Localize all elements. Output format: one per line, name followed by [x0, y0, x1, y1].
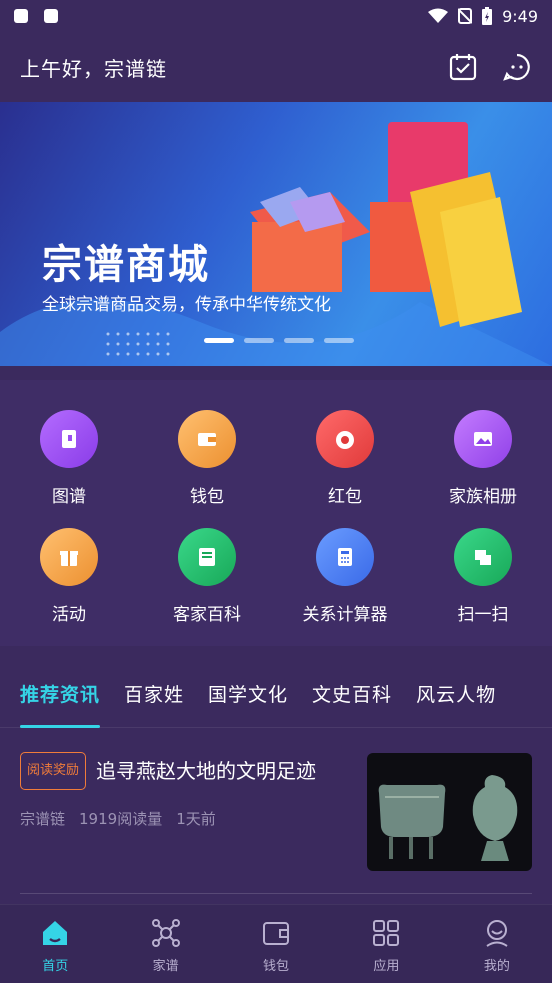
no-sim-icon	[458, 8, 473, 24]
header: 上午好，宗谱链	[0, 32, 552, 102]
photo-album-icon	[454, 410, 512, 468]
action-events[interactable]: 活动	[0, 528, 138, 646]
red-envelope-icon	[316, 410, 374, 468]
carousel-dot[interactable]	[284, 338, 314, 343]
carousel-dot[interactable]	[204, 338, 234, 343]
action-scan[interactable]: 扫一扫	[414, 528, 552, 646]
tab-sinology[interactable]: 国学文化	[208, 680, 288, 728]
gift-icon	[40, 528, 98, 586]
action-label: 家族相册	[449, 487, 517, 507]
nav-apps[interactable]: 应用	[331, 905, 441, 983]
greeting-text: 上午好，宗谱链	[20, 56, 167, 81]
action-label: 客家百科	[173, 605, 241, 625]
nav-label: 钱包	[263, 959, 290, 974]
action-atlas[interactable]: 图谱	[0, 410, 138, 528]
wallet-icon	[263, 922, 290, 945]
banner-title: 宗谱商城	[42, 242, 210, 288]
article-author: 宗谱链	[20, 810, 66, 828]
network-icon	[151, 919, 180, 947]
status-time: 9:49	[502, 6, 538, 26]
action-label: 钱包	[190, 487, 224, 507]
nav-genealogy[interactable]: 家谱	[110, 905, 220, 983]
nav-label: 家谱	[152, 959, 179, 974]
article-title-block: 阅读奖励 追寻燕赵大地的文明足迹	[20, 752, 346, 790]
action-label: 活动	[52, 605, 86, 625]
banner-subtitle: 全球宗谱商品交易，传承中华传统文化	[42, 295, 331, 315]
action-label: 扫一扫	[457, 605, 509, 625]
status-bar: 9:49	[0, 0, 552, 32]
promo-banner[interactable]: 宗谱商城 全球宗谱商品交易，传承中华传统文化	[0, 102, 552, 366]
app-notification-icon	[44, 9, 58, 23]
message-icon[interactable]	[502, 52, 532, 82]
action-label: 关系计算器	[302, 605, 388, 625]
tab-figures[interactable]: 风云人物	[416, 680, 496, 728]
nav-wallet[interactable]: 钱包	[221, 905, 331, 983]
nav-label: 我的	[483, 959, 510, 974]
wallet-icon	[178, 410, 236, 468]
article-time: 1天前	[176, 810, 216, 828]
nav-label: 首页	[42, 959, 69, 974]
nav-profile[interactable]: 我的	[442, 905, 552, 983]
action-wallet[interactable]: 钱包	[138, 410, 276, 528]
article-card[interactable]: 阅读奖励 追寻燕赵大地的文明足迹 宗谱链 1919阅读量 1天前	[20, 752, 532, 894]
bottom-navigation: 首页 家谱 钱包 应用 我的	[0, 904, 552, 983]
action-relation-calculator[interactable]: 关系计算器	[276, 528, 414, 646]
article-meta: 宗谱链 1919阅读量 1天前	[20, 808, 346, 829]
carousel-dot[interactable]	[324, 338, 354, 343]
action-red-envelope[interactable]: 红包	[276, 410, 414, 528]
home-icon	[43, 921, 68, 945]
article-title: 追寻燕赵大地的文明足迹	[96, 759, 317, 783]
calendar-check-icon[interactable]	[448, 52, 478, 82]
reading-reward-badge: 阅读奖励	[20, 752, 87, 790]
news-tabs: 推荐资讯 百家姓 国学文化 文史百科 风云人物	[0, 660, 552, 728]
news-section: 推荐资讯 百家姓 国学文化 文史百科 风云人物 阅读奖励 追寻燕赵大地的文明足迹 …	[0, 660, 552, 904]
smiley-user-icon	[486, 920, 508, 947]
mail-notification-icon	[14, 9, 28, 23]
carousel-indicator	[204, 338, 354, 343]
action-label: 图谱	[52, 487, 86, 507]
scan-icon	[454, 528, 512, 586]
carousel-dot[interactable]	[244, 338, 274, 343]
action-family-album[interactable]: 家族相册	[414, 410, 552, 528]
nav-home[interactable]: 首页	[0, 905, 110, 983]
wifi-icon	[428, 8, 449, 23]
nav-label: 应用	[373, 959, 400, 974]
book-icon	[40, 410, 98, 468]
tab-recommended[interactable]: 推荐资讯	[20, 680, 101, 728]
article-thumbnail	[367, 753, 532, 871]
battery-charging-icon	[482, 7, 493, 25]
tab-surnames[interactable]: 百家姓	[124, 680, 184, 728]
calculator-icon	[316, 528, 374, 586]
quick-actions-panel: 图谱 钱包 红包 家族相册 活动 客家百科 关系计算器 扫一扫	[0, 380, 552, 646]
action-hakka-encyclopedia[interactable]: 客家百科	[138, 528, 276, 646]
article-reads: 1919阅读量	[79, 810, 163, 828]
action-label: 红包	[328, 487, 362, 507]
apps-grid-icon	[373, 920, 400, 946]
tab-history[interactable]: 文史百科	[312, 680, 392, 728]
encyclopedia-icon	[178, 528, 236, 586]
